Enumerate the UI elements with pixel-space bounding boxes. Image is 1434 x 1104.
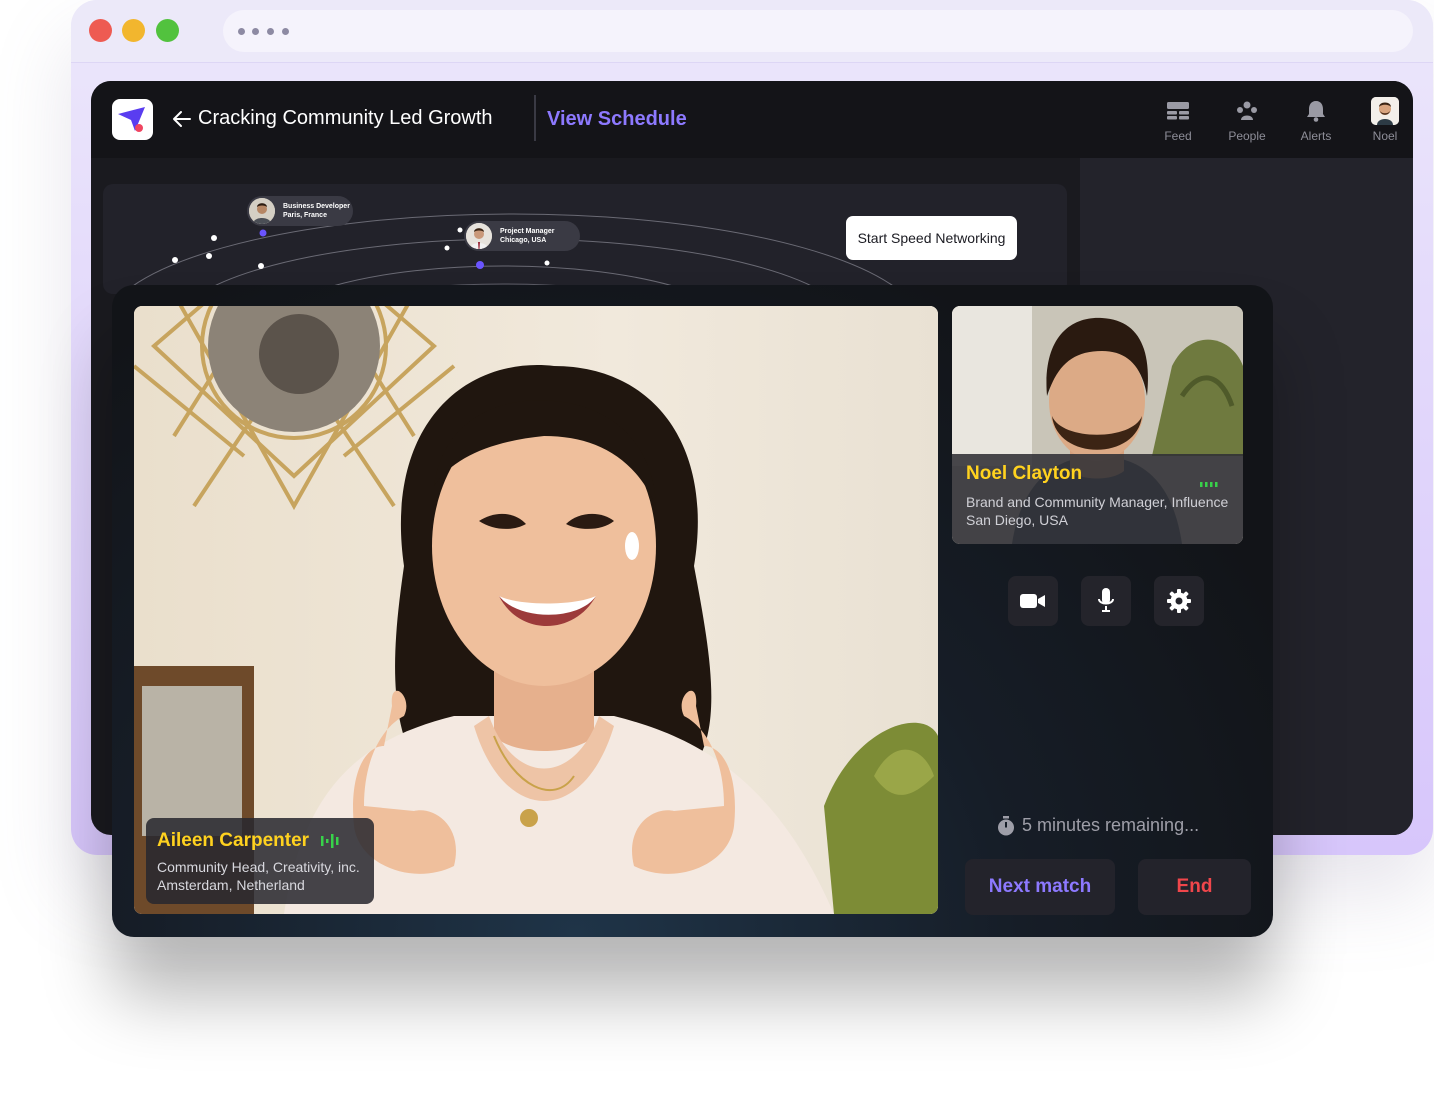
audio-level-icon bbox=[321, 834, 341, 848]
video-call-modal: Aileen Carpenter Community Head, Creativ… bbox=[112, 285, 1273, 937]
settings-button[interactable] bbox=[1154, 576, 1204, 626]
url-placeholder-dot bbox=[282, 28, 289, 35]
next-match-button[interactable]: Next match bbox=[965, 859, 1115, 915]
feed-icon bbox=[1148, 99, 1208, 123]
nav-profile-label: Noel bbox=[1372, 129, 1398, 143]
nav-profile[interactable]: Noel bbox=[1355, 97, 1413, 143]
speed-networking-card: Business Developer Paris, France Project… bbox=[103, 184, 1067, 294]
settings-gear-icon bbox=[1167, 589, 1191, 613]
main-video-feed[interactable]: Aileen Carpenter Community Head, Creativ… bbox=[134, 306, 938, 914]
header-divider bbox=[534, 95, 536, 141]
nav-alerts[interactable]: Alerts bbox=[1286, 99, 1346, 143]
people-icon bbox=[1217, 99, 1277, 123]
main-participant-location: Amsterdam, Netherland bbox=[157, 877, 305, 893]
view-schedule-link[interactable]: View Schedule bbox=[547, 108, 687, 131]
attendee-pin[interactable]: Project Manager Chicago, USA bbox=[464, 221, 580, 251]
url-placeholder-dot bbox=[252, 28, 259, 35]
nav-people-label: People bbox=[1228, 129, 1266, 143]
video-camera-icon bbox=[1020, 594, 1045, 608]
attendee-location: Paris, France bbox=[283, 212, 327, 219]
self-name: Noel Clayton bbox=[966, 463, 1083, 484]
self-title: Brand and Community Manager, Influence bbox=[966, 494, 1229, 510]
toggle-camera-button[interactable] bbox=[1008, 576, 1058, 626]
logo-icon bbox=[118, 107, 145, 132]
attendee-pin[interactable]: Business Developer Paris, France bbox=[247, 196, 353, 226]
address-bar[interactable] bbox=[223, 10, 1413, 52]
attendee-avatar bbox=[249, 198, 275, 224]
self-nameplate: Noel Clayton Brand and Community Manager… bbox=[952, 454, 1243, 544]
attendee-location: Chicago, USA bbox=[500, 237, 547, 244]
bell-icon bbox=[1286, 99, 1346, 123]
self-video-feed[interactable]: Noel Clayton Brand and Community Manager… bbox=[952, 306, 1243, 544]
nav-feed[interactable]: Feed bbox=[1148, 99, 1208, 143]
time-remaining: 5 minutes remaining... bbox=[997, 815, 1199, 836]
start-speed-networking-button[interactable]: Start Speed Networking bbox=[846, 216, 1017, 260]
nav-feed-label: Feed bbox=[1164, 129, 1192, 143]
end-call-button[interactable]: End bbox=[1138, 859, 1251, 915]
main-participant-name: Aileen Carpenter bbox=[157, 830, 310, 851]
event-title[interactable]: Cracking Community Led Growth bbox=[198, 107, 493, 130]
url-placeholder-dot bbox=[267, 28, 274, 35]
browser-toolbar bbox=[71, 0, 1433, 63]
close-window-button[interactable] bbox=[89, 19, 112, 42]
main-participant-title: Community Head, Creativity, inc. bbox=[157, 859, 360, 875]
back-arrow-icon[interactable] bbox=[171, 108, 193, 130]
nav-alerts-label: Alerts bbox=[1300, 129, 1332, 143]
minimize-window-button[interactable] bbox=[122, 19, 145, 42]
profile-avatar-wrap bbox=[1355, 97, 1413, 125]
stopwatch-icon bbox=[998, 815, 1014, 835]
avatar bbox=[1371, 97, 1399, 125]
attendee-role: Business Developer bbox=[283, 203, 350, 210]
toggle-microphone-button[interactable] bbox=[1081, 576, 1131, 626]
signal-strength-icon bbox=[1200, 474, 1220, 492]
maximize-window-button[interactable] bbox=[156, 19, 179, 42]
top-navigation-bar: Cracking Community Led Growth View Sched… bbox=[91, 81, 1413, 158]
attendee-role: Project Manager bbox=[500, 228, 555, 235]
nav-people[interactable]: People bbox=[1217, 99, 1277, 143]
self-location: San Diego, USA bbox=[966, 512, 1068, 528]
app-logo[interactable] bbox=[112, 99, 153, 140]
microphone-icon bbox=[1098, 588, 1114, 612]
attendee-avatar bbox=[466, 223, 492, 249]
time-remaining-text: 5 minutes remaining... bbox=[1022, 815, 1200, 835]
main-participant-nameplate: Aileen Carpenter Community Head, Creativ… bbox=[146, 818, 374, 904]
url-placeholder-dot bbox=[238, 28, 245, 35]
